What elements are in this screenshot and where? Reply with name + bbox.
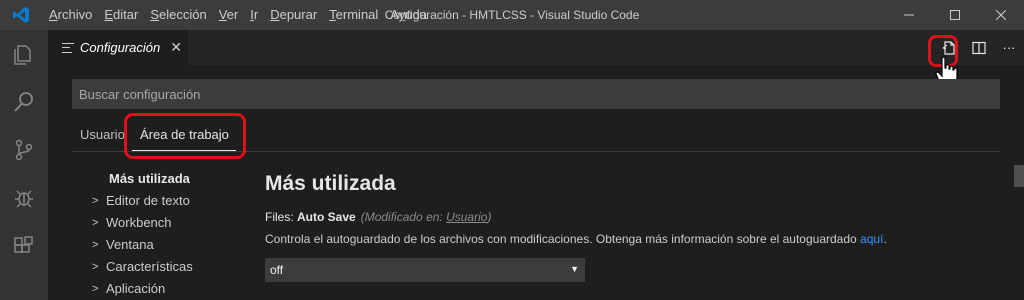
workspace-tab-highlight bbox=[124, 113, 246, 159]
window-controls bbox=[886, 0, 1024, 30]
maximize-button[interactable] bbox=[932, 0, 978, 30]
settings-toc: Más utilizada > Editor de texto > Workbenc… bbox=[92, 168, 252, 300]
setting-description: Controla el autoguardado de los archivos… bbox=[265, 232, 887, 246]
menu-bar: Archivo Editar Selección Ver Ir Depurar … bbox=[43, 0, 433, 30]
menu-archivo[interactable]: Archivo bbox=[43, 0, 98, 30]
toc-item-editor-de-texto[interactable]: > Editor de texto bbox=[92, 190, 252, 212]
menu-seleccion[interactable]: Selección bbox=[144, 0, 212, 30]
menu-ir[interactable]: Ir bbox=[244, 0, 264, 30]
extensions-icon[interactable] bbox=[0, 222, 48, 270]
menu-editar[interactable]: Editar bbox=[98, 0, 144, 30]
menu-ver[interactable]: Ver bbox=[213, 0, 245, 30]
split-editor-button[interactable] bbox=[964, 30, 994, 65]
menu-ayuda[interactable]: Ayuda bbox=[384, 0, 433, 30]
toc-item-workbench[interactable]: > Workbench bbox=[92, 212, 252, 234]
chevron-right-icon: > bbox=[92, 239, 99, 251]
section-title: Más utilizada bbox=[265, 172, 396, 195]
menu-terminal[interactable]: Terminal bbox=[323, 0, 384, 30]
close-window-button[interactable] bbox=[978, 0, 1024, 30]
settings-search-input[interactable]: Buscar configuración bbox=[72, 79, 1000, 109]
more-info-link[interactable]: aquí bbox=[860, 232, 883, 246]
minimize-button[interactable] bbox=[886, 0, 932, 30]
chevron-right-icon: > bbox=[92, 261, 99, 273]
more-actions-button[interactable]: ··· bbox=[994, 30, 1024, 65]
tab-usuario[interactable]: Usuario bbox=[80, 120, 125, 152]
scrollbar-thumb[interactable] bbox=[1014, 165, 1024, 187]
setting-title: Files: Auto Save (Modificado en: Usuario) bbox=[265, 210, 492, 224]
tab-label: Configuración bbox=[80, 40, 161, 55]
tab-configuracion[interactable]: Configuración ✕ bbox=[48, 30, 188, 65]
auto-save-select[interactable]: off ▼ bbox=[265, 258, 585, 282]
activity-bar bbox=[0, 30, 48, 300]
menu-depurar[interactable]: Depurar bbox=[264, 0, 323, 30]
modified-in-user-link[interactable]: Usuario bbox=[446, 210, 487, 224]
modified-in-label: (Modificado en: Usuario) bbox=[360, 210, 492, 224]
title-bar: Archivo Editar Selección Ver Ir Depurar … bbox=[0, 0, 1024, 30]
split-editor-icon bbox=[972, 41, 986, 54]
explorer-icon[interactable] bbox=[0, 30, 48, 78]
minimize-icon bbox=[904, 14, 914, 16]
tab-bar: Configuración ✕ ··· bbox=[48, 30, 1024, 65]
chevron-right-icon: > bbox=[92, 195, 99, 207]
chevron-down-icon: ▼ bbox=[570, 264, 579, 274]
chevron-right-icon: > bbox=[92, 283, 99, 295]
toc-item-mas-utilizada[interactable]: Más utilizada bbox=[92, 168, 252, 190]
vscode-logo-icon bbox=[11, 5, 31, 25]
settings-lines-icon bbox=[62, 42, 74, 53]
toc-item-caracteristicas[interactable]: > Características bbox=[92, 256, 252, 278]
auto-save-value: off bbox=[270, 263, 284, 277]
source-control-icon[interactable] bbox=[0, 126, 48, 174]
search-icon[interactable] bbox=[0, 78, 48, 126]
toc-item-aplicacion[interactable]: > Aplicación bbox=[92, 278, 252, 300]
maximize-icon bbox=[950, 10, 960, 20]
toc-item-ventana[interactable]: > Ventana bbox=[92, 234, 252, 256]
debug-icon[interactable] bbox=[0, 174, 48, 222]
chevron-right-icon: > bbox=[92, 217, 99, 229]
tab-close-button[interactable]: ✕ bbox=[170, 39, 182, 56]
close-icon bbox=[996, 10, 1006, 20]
